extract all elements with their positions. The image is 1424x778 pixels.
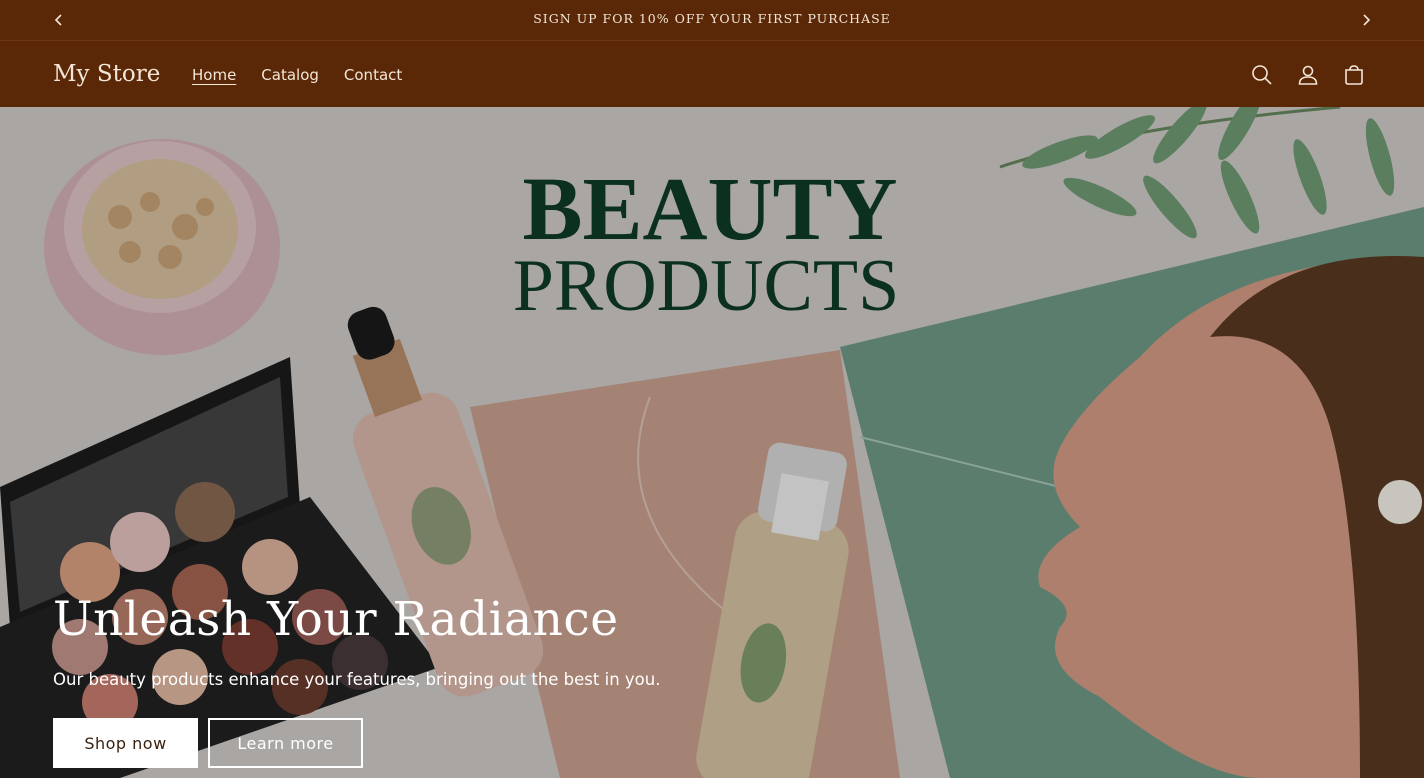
nav-item-catalog[interactable]: Catalog — [261, 66, 319, 84]
hero-subtitle: Our beauty products enhance your feature… — [53, 670, 661, 689]
site-header: My Store Home Catalog Contact — [0, 41, 1424, 107]
store-logo[interactable]: My Store — [53, 61, 160, 87]
search-icon[interactable] — [1250, 63, 1274, 87]
announcement-bar: SIGN UP FOR 10% OFF YOUR FIRST PURCHASE — [0, 0, 1424, 41]
main-nav: Home Catalog Contact — [192, 66, 427, 84]
hero-title: Unleash Your Radiance — [53, 592, 619, 647]
account-icon[interactable] — [1296, 63, 1320, 87]
learn-more-button[interactable]: Learn more — [208, 718, 363, 768]
header-icons — [1250, 63, 1366, 87]
shop-now-button[interactable]: Shop now — [53, 718, 198, 768]
nav-item-home[interactable]: Home — [192, 66, 236, 84]
announcement-text[interactable]: SIGN UP FOR 10% OFF YOUR FIRST PURCHASE — [0, 11, 1424, 26]
cart-icon[interactable] — [1342, 63, 1366, 87]
hero-banner: BEAUTY PRODUCTS Unleash Your Radiance Ou… — [0, 107, 1424, 778]
chevron-right-icon[interactable] — [1354, 8, 1378, 32]
nav-item-contact[interactable]: Contact — [344, 66, 402, 84]
